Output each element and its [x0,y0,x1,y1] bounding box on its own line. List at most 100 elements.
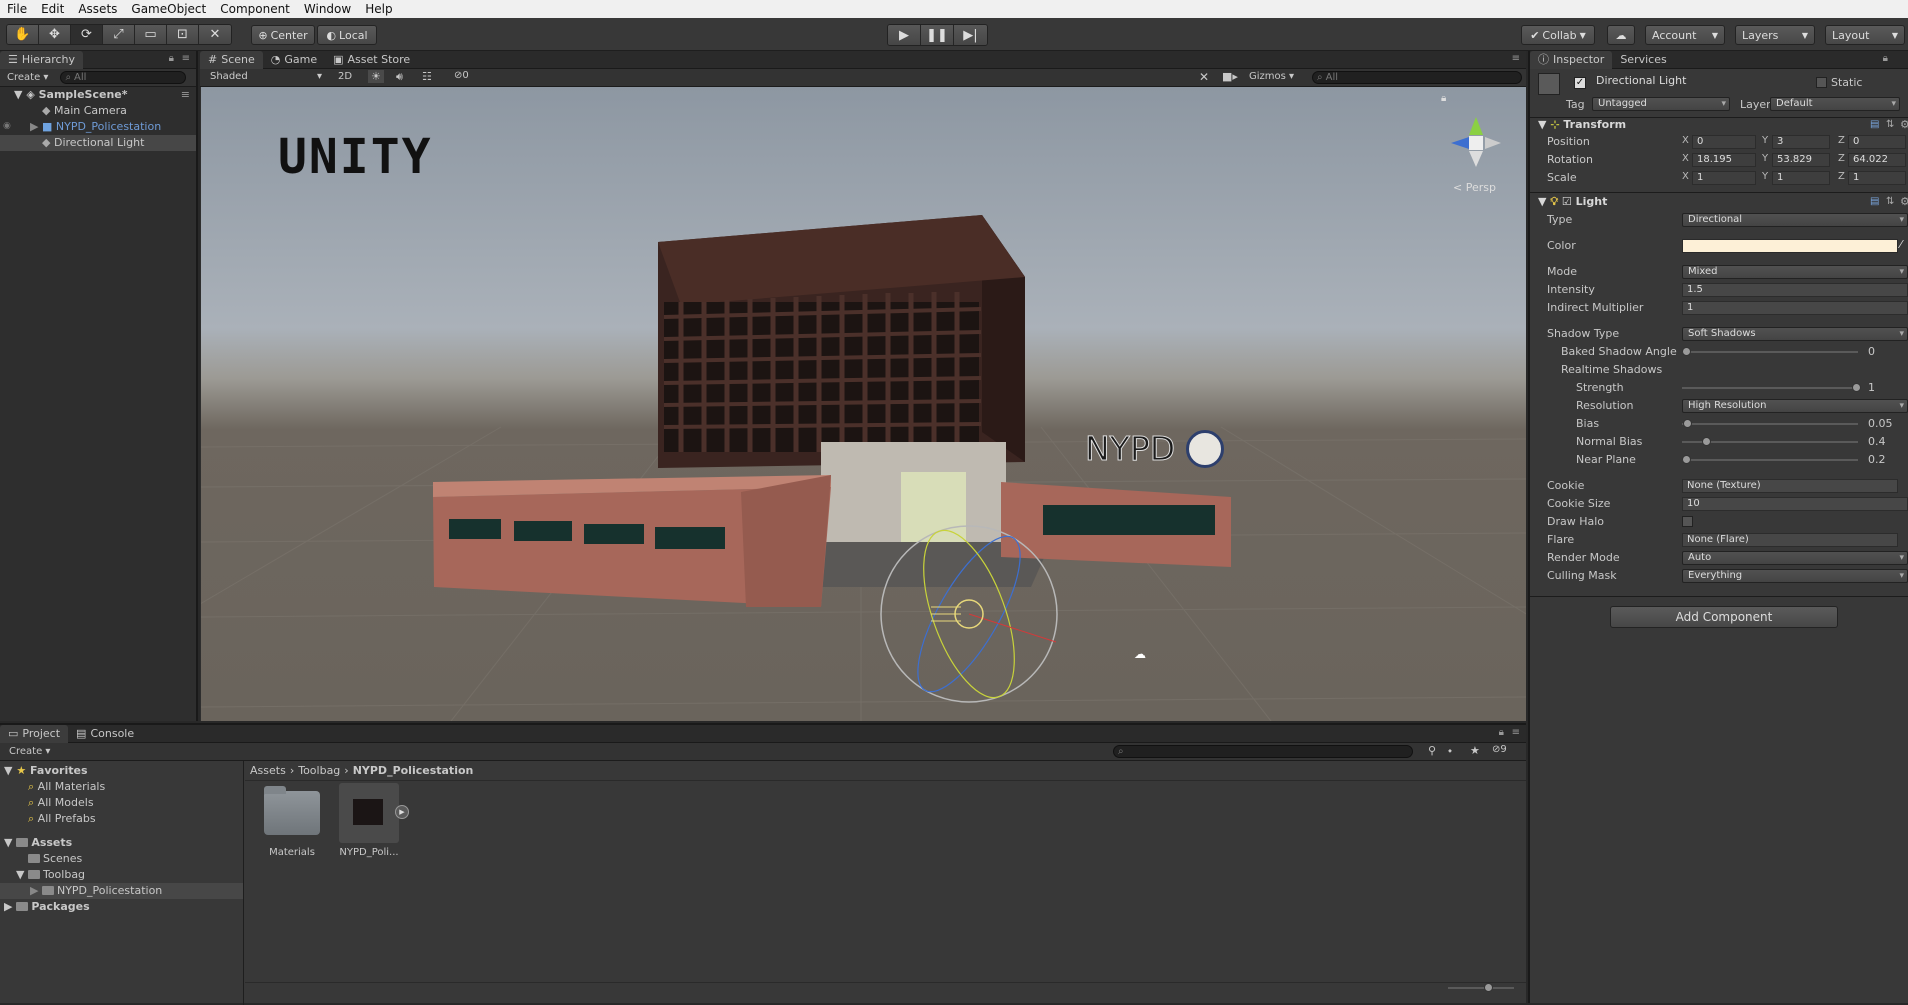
menu-edit[interactable]: Edit [34,0,71,18]
preset-icon[interactable]: ⇅ [1886,119,1894,130]
shading-mode-dropdown[interactable]: Shaded ▾ [210,71,322,82]
tag-dropdown[interactable]: Untagged [1592,97,1730,111]
folder-nypd-policestation[interactable]: ▶ NYPD_Policestation [0,883,243,899]
expand-arrow-icon[interactable]: ▶ [30,884,38,897]
layer-dropdown[interactable]: Default [1770,97,1900,111]
hierarchy-item-nypd-policestation[interactable]: ▶ ■ NYPD_Policestation [0,119,196,135]
help-book-icon[interactable]: ▤ [1870,119,1879,130]
panel-menu-icon[interactable]: ≡ [1512,53,1520,64]
light-header[interactable]: ▼ 💡︎ ☑ Light [1538,194,1607,210]
expand-arrow-icon[interactable]: ▼ [4,836,12,849]
bias-knob[interactable] [1683,419,1692,428]
eyedropper-icon[interactable]: ⁄ [1900,238,1902,251]
pivot-local-button[interactable]: ◐ Local [317,25,377,45]
tab-scene[interactable]: # Scene [200,50,263,69]
expand-arrow-icon[interactable]: ▼ [4,764,12,777]
favorite-all-prefabs[interactable]: ⌕ All Prefabs [28,811,96,827]
collab-button[interactable]: ✔ Collab ▼ [1521,25,1595,45]
tab-project[interactable]: ▭ Project [0,724,69,743]
favorite-all-models[interactable]: ⌕ All Models [28,795,94,811]
custom-tool-icon[interactable]: ✕ [199,25,231,44]
visibility-eye-icon[interactable]: ◉ [3,121,11,131]
light-type-dropdown[interactable]: Directional [1682,213,1908,227]
create-dropdown[interactable]: Create ▾ [0,72,48,83]
strength-value[interactable]: 1 [1868,380,1875,395]
perspective-label[interactable]: < Persp [1453,181,1496,194]
strength-knob[interactable] [1852,383,1861,392]
lighting-toggle-icon[interactable]: ☀ [368,70,384,83]
scene-menu-icon[interactable]: ≡ [181,87,190,103]
expand-arrow-icon[interactable]: ▶ [4,900,12,913]
effects-toggle-icon[interactable]: ☷ [422,70,432,83]
layers-dropdown[interactable]: Layers ▼ [1735,25,1815,45]
camera-icon[interactable]: ■▸ [1222,70,1238,83]
active-checkbox[interactable]: ✓ [1574,77,1586,89]
rotation-y-input[interactable]: 53.829 [1772,153,1830,167]
lock-icon[interactable]: 🔒︎ [169,53,174,64]
panel-menu-icon[interactable]: ≡ [1512,727,1520,738]
intensity-input[interactable]: 1.5 [1682,283,1908,297]
menu-gameobject[interactable]: GameObject [124,0,213,18]
expand-arrow-icon[interactable]: ▼ [0,88,22,101]
indirect-multiplier-input[interactable]: 1 [1682,301,1908,315]
filter-label-icon[interactable]: ⬩ [1448,744,1452,758]
play-icon[interactable]: ▶ [888,25,921,45]
static-checkbox[interactable] [1816,77,1827,88]
thumbnail-size-knob[interactable] [1484,983,1493,992]
rotate-tool-icon[interactable]: ⟳ [71,25,103,44]
tab-game[interactable]: ◔ Game [263,51,325,69]
breadcrumb-nypd-policestation[interactable]: NYPD_Policestation [353,764,474,777]
tools-icon[interactable]: ✕ [1199,70,1209,84]
rotation-x-input[interactable]: 18.195 [1692,153,1756,167]
scale-tool-icon[interactable]: ⤢ [103,25,135,44]
folder-scenes[interactable]: Scenes [28,851,82,867]
transform-header[interactable]: ▼ ⊹ Transform [1538,117,1626,133]
gizmo-lock-icon[interactable]: 🔒︎ [1441,93,1446,104]
rect-tool-icon[interactable]: ▭ [135,25,167,44]
pause-icon[interactable]: ❚❚ [921,25,954,45]
thumbnail-size-slider[interactable] [1448,987,1514,989]
move-tool-icon[interactable]: ✥ [39,25,71,44]
scene-search-input[interactable]: ⌕ All [1312,71,1522,84]
add-component-button[interactable]: Add Component [1610,606,1838,628]
menu-help[interactable]: Help [358,0,399,18]
rotation-z-input[interactable]: 64.022 [1848,153,1906,167]
tab-hierarchy[interactable]: ☰ Hierarchy [0,50,84,69]
breadcrumb-toolbag[interactable]: Toolbag [298,764,340,777]
assets-section[interactable]: ▼ Assets [4,835,72,851]
object-name-input[interactable]: Directional Light [1592,75,1802,89]
breadcrumb-assets[interactable]: Assets [250,764,286,777]
lock-icon[interactable]: 🔒︎ [1883,53,1888,64]
gizmos-dropdown[interactable]: Gizmos ▾ [1249,71,1294,82]
hierarchy-item-main-camera[interactable]: ◆ Main Camera [0,103,196,119]
panel-menu-icon[interactable]: ≡ [182,53,190,64]
expand-arrow-icon[interactable]: ▶ [30,120,38,133]
scale-x-input[interactable]: 1 [1692,171,1756,185]
collapse-arrow-icon[interactable]: ▼ [1538,195,1546,208]
cloud-button[interactable]: ☁ [1607,25,1635,45]
tab-asset-store[interactable]: ▣ Asset Store [325,51,418,69]
packages-section[interactable]: ▶ Packages [4,899,90,915]
render-mode-dropdown[interactable]: Auto [1682,551,1908,565]
collapse-arrow-icon[interactable]: ▼ [1538,118,1546,131]
component-settings-icon[interactable]: ⚙ [1900,195,1908,208]
expand-play-icon[interactable]: ▶ [395,805,409,819]
bias-value[interactable]: 0.05 [1868,416,1893,431]
light-mode-dropdown[interactable]: Mixed [1682,265,1908,279]
shadow-type-dropdown[interactable]: Soft Shadows [1682,327,1908,341]
hidden-objects-toggle[interactable]: ⊘0 [454,70,469,81]
near-plane-value[interactable]: 0.2 [1868,452,1886,467]
cookie-field[interactable]: None (Texture) [1682,479,1898,493]
menu-component[interactable]: Component [213,0,297,18]
scene-root[interactable]: ▼ ◈ SampleScene* ≡ [0,87,196,103]
project-search-input[interactable]: ⌕ [1113,745,1413,758]
preset-icon[interactable]: ⇅ [1886,196,1894,207]
component-settings-icon[interactable]: ⚙ [1900,118,1908,131]
pivot-center-button[interactable]: ⊕ Center [251,25,315,45]
favorites-section[interactable]: ▼ ★ Favorites [4,763,88,779]
create-dropdown[interactable]: Create ▾ [0,746,50,757]
layout-dropdown[interactable]: Layout ▼ [1825,25,1905,45]
baked-angle-track[interactable] [1682,351,1858,353]
hand-tool-icon[interactable]: ✋ [7,25,39,44]
expand-arrow-icon[interactable]: ▼ [16,868,24,881]
